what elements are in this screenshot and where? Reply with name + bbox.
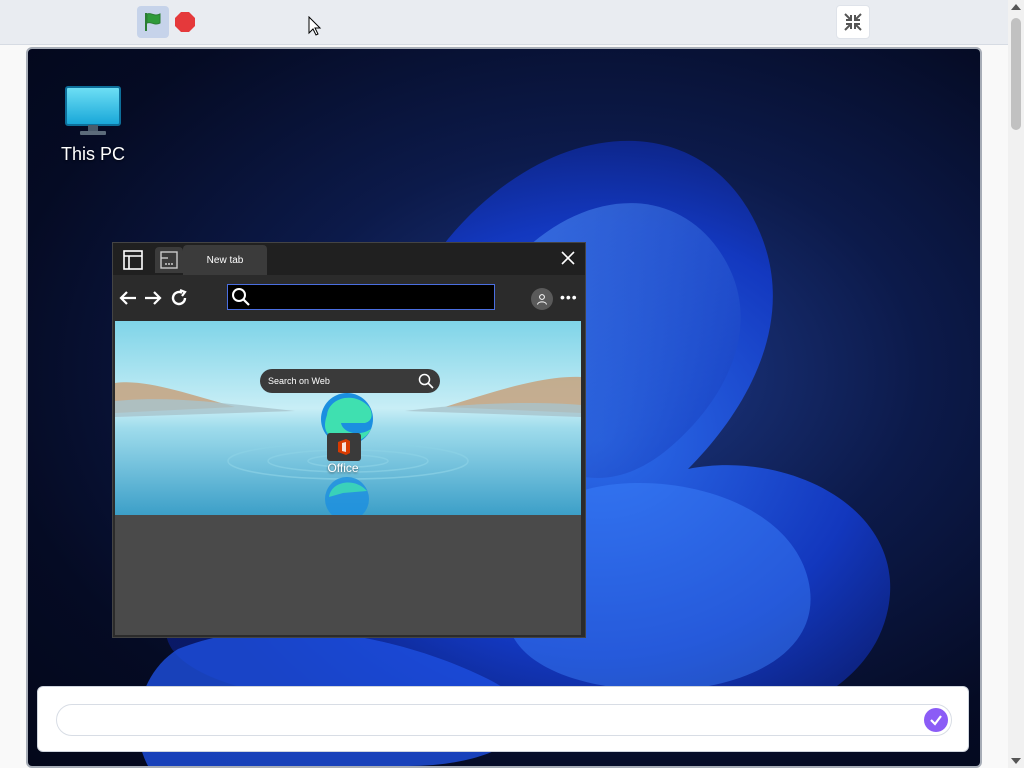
stop-button[interactable] [175, 12, 195, 32]
tab-actions-icon [160, 251, 178, 269]
address-bar[interactable] [227, 284, 495, 310]
profile-button[interactable] [531, 288, 553, 310]
refresh-button[interactable] [168, 288, 190, 308]
stop-icon [175, 12, 195, 32]
tab-label: New tab [206, 254, 244, 266]
exit-fullscreen-button[interactable] [836, 5, 870, 39]
user-icon [537, 294, 547, 305]
green-flag-button[interactable] [137, 6, 169, 38]
shortcut-office-label: Office [327, 461, 359, 475]
tab-new-tab[interactable]: New tab [183, 245, 267, 275]
web-search-box[interactable]: Search on Web [260, 369, 440, 393]
scroll-thumb[interactable] [1011, 18, 1021, 130]
exit-fullscreen-icon [844, 13, 862, 31]
checkmark-icon [930, 715, 942, 726]
tab-layout-button[interactable] [119, 247, 147, 273]
stage-toolbar [0, 0, 1008, 45]
answer-input[interactable] [56, 704, 952, 736]
browser-window[interactable]: New tab ••• Search on Web Office [112, 242, 586, 638]
close-icon [561, 251, 575, 265]
shortcut-office[interactable] [327, 433, 361, 461]
desktop-icon-this-pc[interactable]: This PC [58, 85, 128, 165]
tab-actions-button[interactable] [155, 247, 183, 273]
desktop-icon-label: This PC [60, 144, 125, 164]
close-window-button[interactable] [557, 247, 579, 269]
answer-panel [37, 686, 969, 752]
new-tab-page: Search on Web Office [115, 321, 581, 515]
arrow-right-icon [145, 291, 162, 305]
mouse-pointer-icon [308, 15, 322, 41]
stage-desktop: This PC New tab ••• Search on Web Office [26, 47, 982, 768]
scroll-down-icon[interactable] [1011, 758, 1021, 764]
arrow-left-icon [119, 291, 136, 305]
window-layout-icon [123, 250, 143, 270]
monitor-icon [65, 86, 121, 135]
page-blank-area [115, 515, 581, 635]
scroll-up-icon[interactable] [1011, 4, 1021, 10]
search-icon [232, 288, 250, 306]
forward-button[interactable] [142, 288, 164, 308]
refresh-icon [171, 288, 187, 306]
new-tab-background-image [115, 321, 581, 515]
browser-nav-bar: ••• [113, 275, 585, 321]
more-options-icon[interactable]: ••• [560, 289, 578, 305]
back-button[interactable] [117, 288, 139, 308]
web-search-placeholder: Search on Web [268, 376, 330, 386]
submit-button[interactable] [924, 708, 948, 732]
green-flag-icon [145, 13, 161, 31]
page-scrollbar[interactable] [1008, 0, 1024, 768]
browser-tab-bar: New tab [113, 243, 585, 275]
search-icon[interactable] [418, 373, 434, 389]
office-icon [338, 439, 350, 455]
